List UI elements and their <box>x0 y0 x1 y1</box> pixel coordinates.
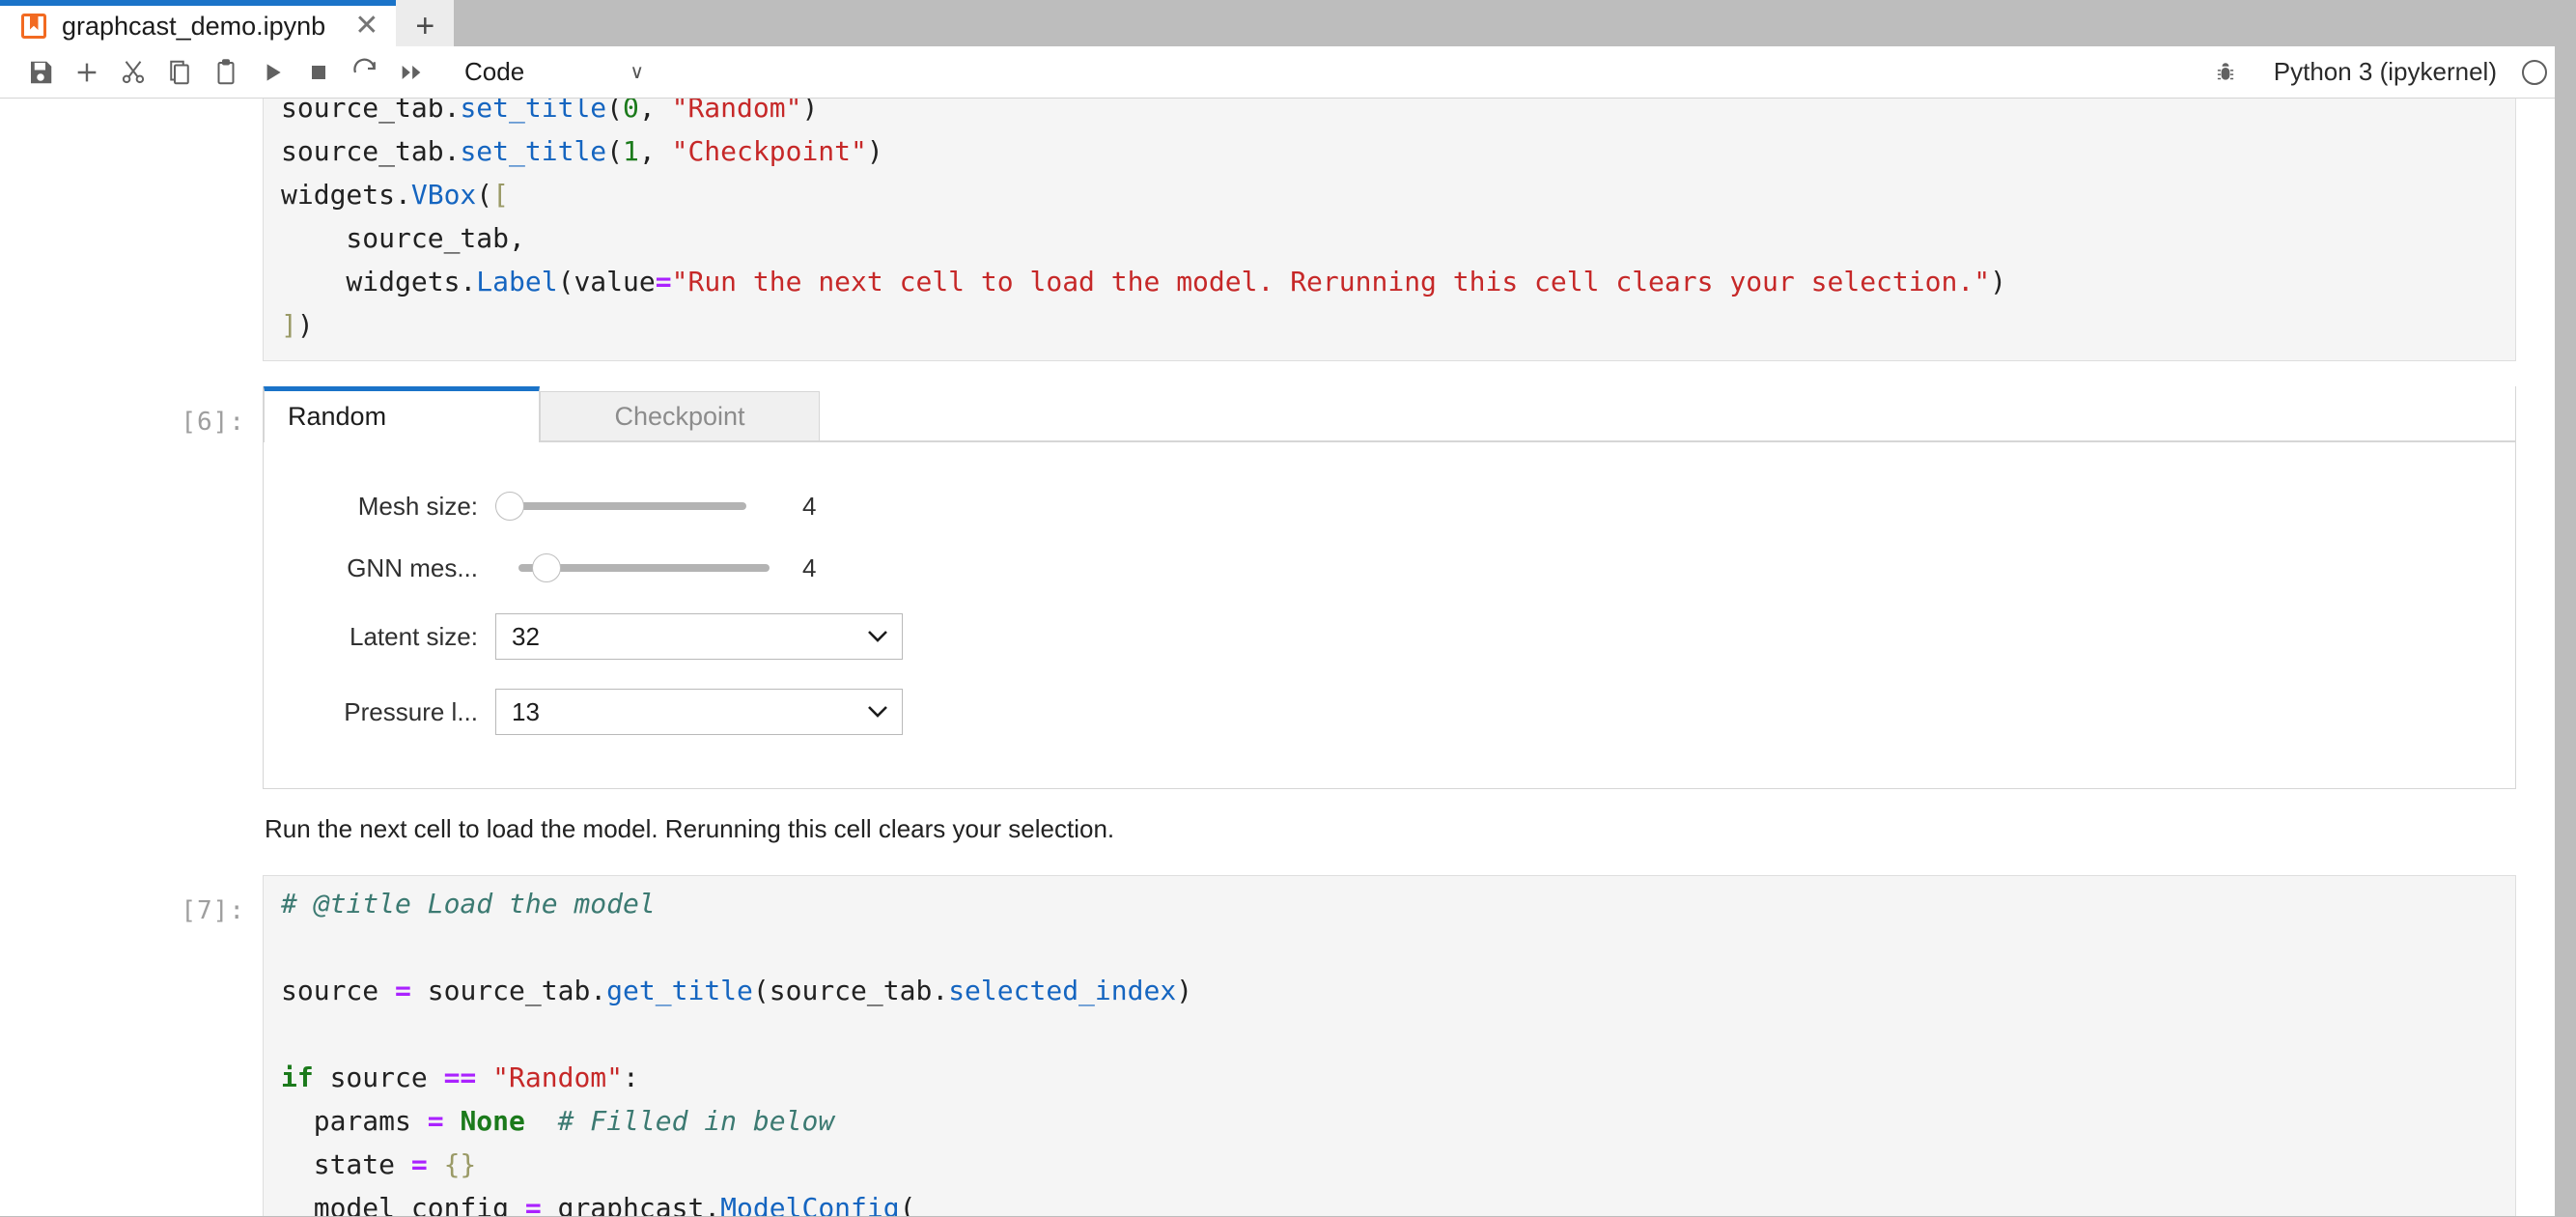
pressure-levels-value: 13 <box>512 696 540 726</box>
notebook-cell: source_tab.set_title(0, "Random") source_… <box>0 99 2555 361</box>
run-button[interactable] <box>249 52 295 93</box>
cell-type-select[interactable]: Code ∨ <box>458 53 651 92</box>
kernel-name-label[interactable]: Python 3 (ipykernel) <box>2274 57 2497 87</box>
cell-body: # @title Load the model source = source_… <box>263 875 2555 1216</box>
widget-tab-bar-filler <box>820 386 2515 441</box>
cut-icon[interactable] <box>110 52 156 93</box>
chevron-down-icon: ∨ <box>630 62 644 83</box>
widget-tab-label: Random <box>288 402 387 431</box>
cell-body: Random Checkpoint Mesh size: 4 GNN mes..… <box>263 386 2555 844</box>
notebook-tab-graphcast-demo[interactable]: graphcast_demo.ipynb ✕ <box>0 0 397 46</box>
chevron-down-icon <box>867 699 888 724</box>
cell-body: source_tab.set_title(0, "Random") source_… <box>263 99 2555 361</box>
widget-tab-panel: Mesh size: 4 GNN mes... 4 Latent size: 3… <box>264 442 2515 788</box>
notebook-cell: [7]: # @title Load the model source = so… <box>0 875 2555 1216</box>
code-editor[interactable]: source_tab.set_title(0, "Random") source_… <box>263 99 2516 361</box>
stop-button[interactable] <box>295 52 342 93</box>
kernel-busy-indicator <box>2522 59 2547 85</box>
close-icon[interactable]: ✕ <box>354 12 378 41</box>
notebook-toolbar: Code ∨ Python 3 (ipykernel) <box>0 46 2576 99</box>
slider-handle[interactable] <box>532 553 561 582</box>
latent-size-label: Latent size: <box>350 621 478 651</box>
widget-tab-checkpoint[interactable]: Checkpoint <box>540 391 820 441</box>
restart-kernel-button[interactable] <box>342 52 388 93</box>
notebook-cell: [6]: Random Checkpoint Mesh size: 4 GNN … <box>0 386 2555 844</box>
window-right-edge <box>2555 0 2576 1217</box>
tab-strip-empty-area <box>454 0 2576 46</box>
notebook-content: source_tab.set_title(0, "Random") source_… <box>0 99 2555 1216</box>
code-editor[interactable]: # @title Load the model source = source_… <box>263 875 2516 1216</box>
widget-tab-label: Checkpoint <box>614 401 745 431</box>
mesh-size-value: 4 <box>802 491 817 521</box>
browser-tab-strip: graphcast_demo.ipynb ✕ + <box>0 0 2576 46</box>
new-tab-button[interactable]: + <box>396 0 455 46</box>
widget-tab-bar: Random Checkpoint <box>264 386 2515 442</box>
paste-icon[interactable] <box>203 52 249 93</box>
copy-icon[interactable] <box>156 52 203 93</box>
gnn-mesh-label: GNN mes... <box>347 552 478 582</box>
widget-tab-random[interactable]: Random <box>264 386 540 442</box>
widget-output-area: Random Checkpoint Mesh size: 4 GNN mes..… <box>263 386 2516 789</box>
slider-track <box>495 502 746 510</box>
gnn-mesh-value: 4 <box>802 552 817 582</box>
cell-prompt <box>0 99 263 100</box>
save-button[interactable] <box>17 52 64 93</box>
notebook-icon <box>21 14 46 39</box>
widget-row-mesh-size: Mesh size: 4 <box>264 475 2515 537</box>
cell-prompt: [6]: <box>181 408 245 437</box>
notebook-tab-label: graphcast_demo.ipynb <box>62 11 326 41</box>
notebook-scroll-area[interactable]: source_tab.set_title(0, "Random") source_… <box>0 99 2576 1216</box>
latent-size-select[interactable]: 32 <box>495 613 903 660</box>
mesh-size-slider[interactable] <box>495 487 746 525</box>
insert-cell-button[interactable] <box>64 52 110 93</box>
gnn-mesh-slider[interactable] <box>518 549 770 587</box>
cell-type-value: Code <box>464 57 525 86</box>
restart-run-all-button[interactable] <box>388 52 434 93</box>
widget-row-pressure-levels: Pressure l... 13 <box>264 674 2515 750</box>
latent-size-value: 32 <box>512 621 540 651</box>
chevron-down-icon <box>867 624 888 649</box>
cell-prompt: [7]: <box>181 896 245 925</box>
pressure-levels-label: Pressure l... <box>344 696 478 726</box>
bug-icon[interactable] <box>2202 52 2249 93</box>
mesh-size-label: Mesh size: <box>357 491 478 521</box>
widget-footer-label: Run the next cell to load the model. Rer… <box>265 814 1115 843</box>
pressure-levels-select[interactable]: 13 <box>495 689 903 735</box>
widget-row-gnn-mesh: GNN mes... 4 <box>264 537 2515 599</box>
kernel-status-area: Python 3 (ipykernel) <box>2202 52 2561 93</box>
widget-row-latent-size: Latent size: 32 <box>264 599 2515 674</box>
slider-handle[interactable] <box>495 492 524 521</box>
